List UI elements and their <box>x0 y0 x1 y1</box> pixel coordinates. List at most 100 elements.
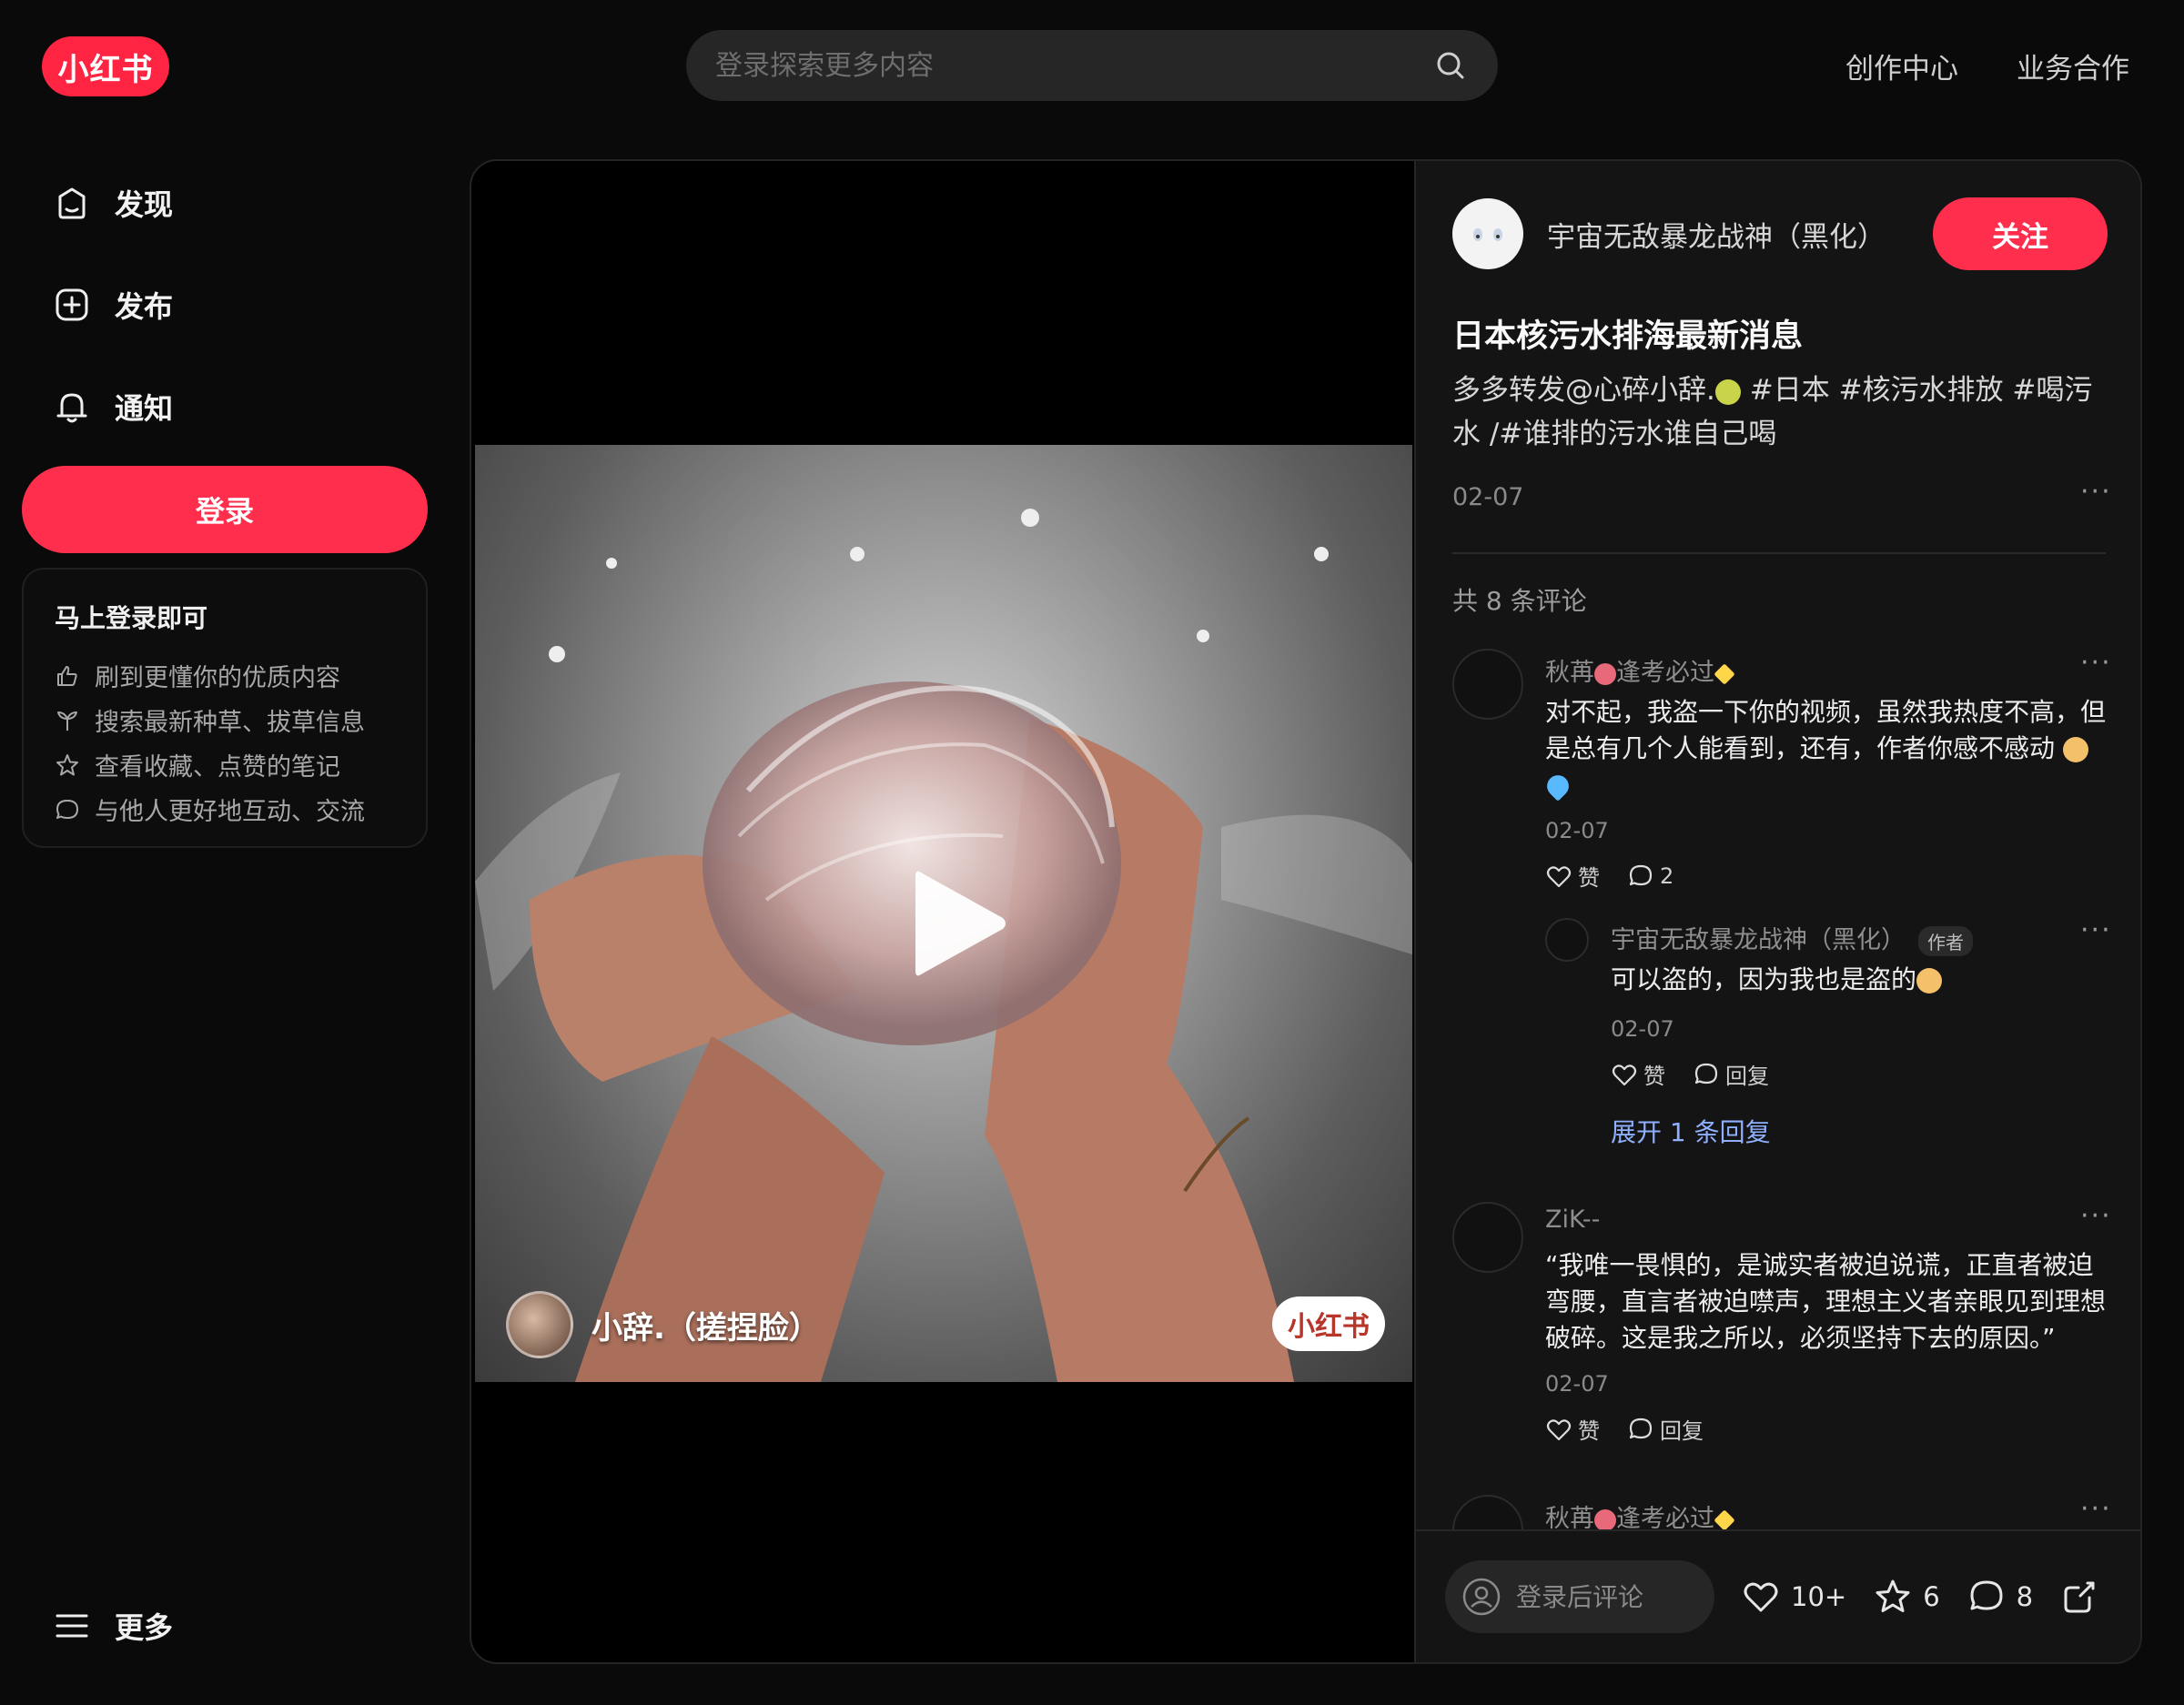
comment-input[interactable] <box>1516 1581 1698 1612</box>
commenter-avatar[interactable] <box>1452 649 1523 720</box>
comment-icon <box>1629 1417 1653 1438</box>
collect-count: 6 <box>1923 1581 1940 1612</box>
reply-label: 回复 <box>1660 1418 1704 1444</box>
top-nav: 创作中心 业务合作 <box>1845 45 2129 86</box>
comment-actions: 赞 回复 <box>1545 1413 1704 1445</box>
comment-input-box[interactable] <box>1445 1560 1714 1633</box>
video-player[interactable]: 小辞.（搓捏脸） 小红书 <box>471 161 1414 1662</box>
commenter-avatar[interactable] <box>1452 1202 1523 1273</box>
comment-text: 对不起，我盗一下你的视频，虽然我热度不高，但是总有几个人能看到，还有，作者你感不… <box>1542 694 2109 803</box>
author-name[interactable]: 宇宙无敌暴龙战神（黑化） <box>1547 214 1933 255</box>
like-label: 赞 <box>1643 1064 1665 1089</box>
reply-button[interactable]: 2 <box>1627 860 1673 892</box>
benefit-text: 搜索最新种草、拔草信息 <box>95 709 365 737</box>
comment-more-icon[interactable]: ··· <box>2080 1493 2112 1525</box>
follow-button[interactable]: 关注 <box>1933 197 2108 270</box>
note-title: 日本核污水排海最新消息 <box>1452 318 1804 355</box>
search-bar[interactable] <box>686 30 1498 101</box>
reply-count: 2 <box>1660 863 1674 889</box>
video-frame[interactable]: 小辞.（搓捏脸） 小红书 <box>475 445 1412 1382</box>
face-icon <box>1473 228 1502 241</box>
like-button[interactable]: 赞 <box>1611 1058 1665 1090</box>
sidebar-item-label: 更多 <box>115 1610 174 1645</box>
heart-icon <box>1612 1064 1637 1085</box>
search-input[interactable] <box>715 49 1432 82</box>
desc-text: 多多转发@心碎小辞. <box>1452 374 1715 407</box>
sidebar-item-discover[interactable]: 发现 <box>53 182 173 224</box>
sweat-emoji-icon <box>1542 771 1573 802</box>
play-icon[interactable] <box>905 862 1014 985</box>
star-icon <box>1876 1579 1910 1612</box>
comment-actions: 赞 2 <box>1545 860 1673 892</box>
expand-replies-link[interactable]: 展开 1 条回复 <box>1611 1113 1771 1149</box>
comment-text: “我唯一畏惧的，是诚实者被迫说谎，正直者被迫弯腰，直言者被迫噤声，理想主义者亲眼… <box>1545 1250 2107 1353</box>
reply-name[interactable]: 宇宙无敌暴龙战神（黑化） 作者 <box>1611 920 1973 956</box>
reply-more-icon[interactable]: ··· <box>2080 914 2112 946</box>
benefit-row: 搜索最新种草、拔草信息 <box>55 698 426 742</box>
benefit-row: 刷到更懂你的优质内容 <box>55 653 426 698</box>
share-button[interactable] <box>2060 1578 2098 1616</box>
sprout-icon <box>57 711 77 731</box>
video-watermark-user: 小辞.（搓捏脸） <box>506 1291 820 1358</box>
like-stat[interactable]: 10+ <box>1742 1578 1846 1616</box>
like-count: 10+ <box>1791 1581 1847 1612</box>
watermark-username: 小辞.（搓捏脸） <box>592 1309 820 1347</box>
home-icon <box>58 187 86 219</box>
face-emoji-icon <box>2062 737 2088 762</box>
reply-button[interactable]: 回复 <box>1693 1058 1769 1090</box>
benefit-text: 查看收藏、点赞的笔记 <box>95 753 340 782</box>
comment-icon <box>1970 1580 2003 1610</box>
comment-more-icon[interactable]: ··· <box>2080 1200 2112 1232</box>
star-icon <box>56 753 78 775</box>
note-date: 02-07 <box>1452 483 1524 511</box>
nav-business[interactable]: 业务合作 <box>2017 45 2129 86</box>
engagement-bar: 10+ 6 8 <box>1416 1529 2140 1662</box>
comment-more-icon[interactable]: ··· <box>2080 647 2112 679</box>
author-avatar[interactable] <box>1452 198 1523 269</box>
login-button[interactable]: 登录 <box>22 466 428 553</box>
commenter-name[interactable]: ZiK-- <box>1545 1206 1600 1234</box>
reply-button[interactable]: 回复 <box>1627 1413 1704 1445</box>
menu-icon <box>56 1614 88 1638</box>
brand-logo[interactable]: 小红书 <box>42 36 169 96</box>
benefit-text: 刷到更懂你的优质内容 <box>95 664 340 692</box>
comment-date: 02-07 <box>1545 818 1609 843</box>
bell-icon <box>56 393 87 423</box>
reply-avatar[interactable] <box>1545 918 1589 962</box>
note-detail: 小辞.（搓捏脸） 小红书 宇宙无敌暴龙战神（黑化） 关注 日本核污水排海最新消息… <box>470 159 2142 1664</box>
reply-text: 可以盗的，因为我也是盗的 <box>1611 962 2120 998</box>
more-icon[interactable]: ··· <box>2080 476 2112 508</box>
comment-stat[interactable]: 8 <box>1967 1578 2033 1616</box>
commenter-name[interactable]: 秋苒 逢考必过 <box>1545 652 1735 688</box>
search-icon[interactable] <box>1432 47 1469 84</box>
sidebar-item-publish[interactable]: 发布 <box>53 284 173 326</box>
heart-icon <box>1546 1418 1572 1440</box>
heart-icon <box>1744 1582 1778 1612</box>
heart-icon <box>1546 865 1572 887</box>
sidebar-item-label: 发现 <box>115 187 174 222</box>
benefit-row: 查看收藏、点赞的笔记 <box>55 742 426 787</box>
sparkle-emoji-icon <box>1714 1508 1735 1531</box>
user-icon <box>1462 1578 1501 1616</box>
note-info-panel: 宇宙无敌暴龙战神（黑化） 关注 日本核污水排海最新消息 多多转发@心碎小辞. #… <box>1414 161 2140 1662</box>
login-benefits-card: 马上登录即可 刷到更懂你的优质内容 搜索最新种草、拔草信息 查看收藏、点赞的笔记… <box>22 568 428 848</box>
thumb-up-icon <box>57 665 77 686</box>
sidebar-item-more[interactable]: 更多 <box>53 1605 173 1647</box>
reply-date: 02-07 <box>1611 1016 1674 1042</box>
divider <box>1452 552 2106 554</box>
plus-square-icon <box>56 288 88 321</box>
face-emoji-icon <box>1916 968 1943 994</box>
note-description: 多多转发@心碎小辞. #日本 #核污水排放 #喝污水 /#谁排的污水谁自己喝 <box>1452 368 2108 456</box>
benefit-row: 与他人更好地互动、交流 <box>55 787 426 832</box>
reply-actions: 赞 回复 <box>1611 1058 1769 1090</box>
like-button[interactable]: 赞 <box>1545 1413 1600 1445</box>
comment-date: 02-07 <box>1545 1371 1609 1397</box>
benefit-text: 与他人更好地互动、交流 <box>95 798 365 826</box>
collect-stat[interactable]: 6 <box>1874 1578 1940 1616</box>
chat-icon <box>56 799 78 819</box>
sidebar-item-notifications[interactable]: 通知 <box>53 386 173 428</box>
comment-icon <box>1694 1063 1718 1084</box>
author-row: 宇宙无敌暴龙战神（黑化） 关注 <box>1452 197 2108 270</box>
nav-creator-center[interactable]: 创作中心 <box>1845 45 1958 86</box>
like-button[interactable]: 赞 <box>1545 860 1600 892</box>
